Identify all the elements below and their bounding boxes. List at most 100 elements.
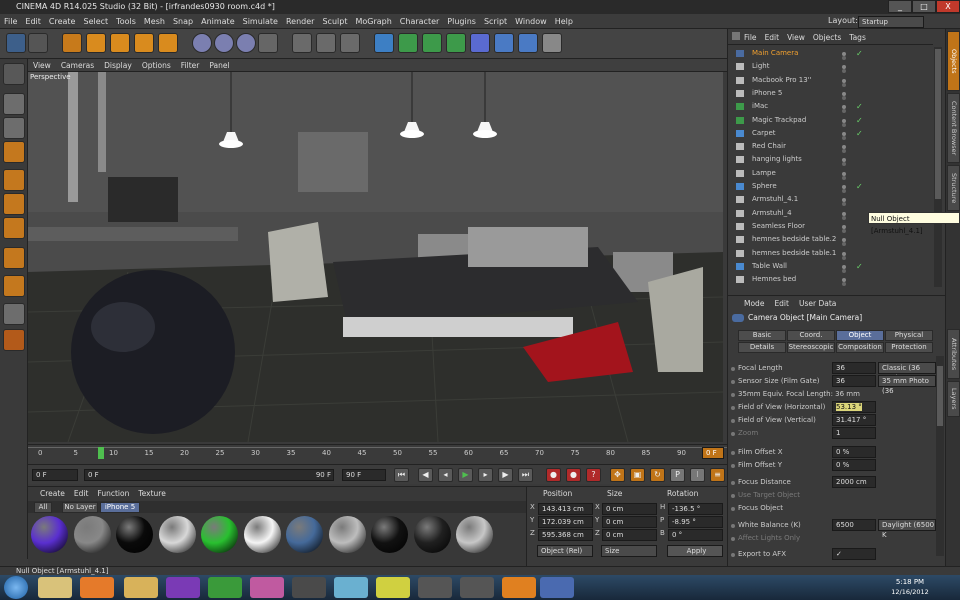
array-icon[interactable] <box>446 33 466 53</box>
zbrush2-taskbar-icon[interactable] <box>460 577 494 598</box>
menu-create[interactable]: Create <box>45 14 80 29</box>
app-taskbar-icon[interactable] <box>292 577 326 598</box>
material-menu-texture[interactable]: Texture <box>138 489 165 498</box>
enabled-check-icon[interactable]: ✓ <box>856 180 863 193</box>
material-menu-edit[interactable]: Edit <box>74 489 89 498</box>
attribute-scrollbar[interactable] <box>936 356 944 556</box>
enabled-check-icon[interactable]: ✓ <box>856 114 863 127</box>
render-view-icon[interactable] <box>292 33 312 53</box>
size-field[interactable]: 0 cm <box>602 529 657 541</box>
cinema4d-taskbar-icon[interactable] <box>540 577 574 598</box>
material-swatch[interactable] <box>328 516 366 553</box>
locked-workplane-icon[interactable] <box>3 329 25 351</box>
attr-tab-object[interactable]: Object <box>836 330 884 341</box>
z-axis-icon[interactable] <box>236 33 256 53</box>
cube-icon[interactable] <box>374 33 394 53</box>
camera-icon[interactable] <box>518 33 538 53</box>
menu-mesh[interactable]: Mesh <box>140 14 169 29</box>
attr-tab-physical[interactable]: Physical <box>885 330 933 341</box>
attribute-preset[interactable]: 35 mm Photo (36 <box>878 375 936 395</box>
side-tab-objects[interactable]: Objects <box>947 31 960 91</box>
redo-icon[interactable] <box>28 33 48 53</box>
coordinate-system-icon[interactable] <box>258 33 278 53</box>
attribute-menu-edit[interactable]: Edit <box>774 299 789 308</box>
attr-tab-basic[interactable]: Basic <box>738 330 786 341</box>
viewport-menu-cameras[interactable]: Cameras <box>56 59 99 72</box>
material-swatch[interactable] <box>201 516 238 553</box>
size-field[interactable]: 0 cm <box>602 516 657 528</box>
object-menu-tags[interactable]: Tags <box>849 33 866 42</box>
attribute-preset[interactable]: Daylight (6500 K <box>878 519 936 539</box>
attr-tab-composition[interactable]: Composition <box>836 342 884 353</box>
object-row[interactable]: iPhone 5 <box>728 87 933 100</box>
rotate-icon[interactable] <box>134 33 154 53</box>
menu-tools[interactable]: Tools <box>112 14 140 29</box>
maximize-button[interactable]: □ <box>912 0 936 13</box>
attribute-value[interactable]: 6500 <box>832 519 876 531</box>
menu-window[interactable]: Window <box>511 14 551 29</box>
subdivision-icon[interactable] <box>422 33 442 53</box>
attr-tab-details[interactable]: Details <box>738 342 786 353</box>
light-icon[interactable] <box>542 33 562 53</box>
material-filter-0[interactable]: All <box>34 502 52 513</box>
record-icon[interactable]: ● <box>546 468 561 482</box>
key-parameter-icon[interactable]: P <box>670 468 685 482</box>
animation-dot[interactable] <box>731 367 735 371</box>
keyframe-selection-icon[interactable]: ? <box>586 468 601 482</box>
menu-mograph[interactable]: MoGraph <box>351 14 395 29</box>
apply-button[interactable]: Apply <box>667 545 723 557</box>
model-mode-icon[interactable] <box>3 93 25 115</box>
viewport-menu-view[interactable]: View <box>28 59 56 72</box>
attribute-value[interactable]: 36 <box>832 375 876 387</box>
minimize-button[interactable]: _ <box>888 0 912 13</box>
attribute-value[interactable]: 1 <box>832 427 876 439</box>
start-frame-field[interactable]: 0 F <box>32 469 78 481</box>
material-swatch[interactable] <box>286 516 323 553</box>
play-icon[interactable]: ▶ <box>458 468 473 482</box>
menu-render[interactable]: Render <box>282 14 318 29</box>
animation-dot[interactable] <box>731 507 735 511</box>
menu-script[interactable]: Script <box>480 14 511 29</box>
animation-dot[interactable] <box>731 537 735 541</box>
object-row[interactable]: Red Chair <box>728 140 933 154</box>
vlc-taskbar-icon[interactable] <box>502 577 536 598</box>
menu-character[interactable]: Character <box>396 14 444 29</box>
material-menu-create[interactable]: Create <box>40 489 65 498</box>
end-frame-field[interactable]: 90 F <box>342 469 386 481</box>
object-row[interactable]: hanging lights <box>728 153 933 167</box>
key-rotation-icon[interactable]: ↻ <box>650 468 665 482</box>
menu-animate[interactable]: Animate <box>197 14 239 29</box>
start-button[interactable] <box>4 576 28 599</box>
playhead[interactable] <box>98 447 104 459</box>
position-field[interactable]: 595.368 cm <box>538 529 593 541</box>
animation-dot[interactable] <box>731 464 735 468</box>
chrome-taskbar-icon[interactable] <box>376 577 410 598</box>
editor-visibility-dot[interactable] <box>842 78 846 83</box>
attribute-preset[interactable]: Classic (36 mm) <box>878 362 936 382</box>
object-scrollbar[interactable] <box>934 47 942 287</box>
folder-taskbar-icon[interactable] <box>124 577 158 598</box>
autokey-icon[interactable]: ● <box>566 468 581 482</box>
material-swatch[interactable] <box>73 516 111 553</box>
side-tab-content-browser[interactable]: Content Browser <box>947 93 960 163</box>
object-row[interactable]: Table Wall ✓ <box>728 260 933 273</box>
editor-visibility-dot[interactable] <box>842 211 846 216</box>
material-swatch[interactable] <box>371 516 408 553</box>
next-key-icon[interactable]: ▶ <box>498 468 513 482</box>
last-tool-icon[interactable] <box>158 33 178 53</box>
viewport-menu-display[interactable]: Display <box>99 59 137 72</box>
viewport-menu-panel[interactable]: Panel <box>204 59 234 72</box>
menu-plugins[interactable]: Plugins <box>443 14 480 29</box>
attribute-value[interactable]: 2000 cm <box>832 476 876 488</box>
enabled-check-icon[interactable]: ✓ <box>856 47 863 60</box>
object-row[interactable]: Light <box>728 60 933 74</box>
viewport-menu-options[interactable]: Options <box>137 59 176 72</box>
animation-dot[interactable] <box>731 393 735 397</box>
frame-slider[interactable]: 0 F 90 F <box>84 469 334 481</box>
object-menu-view[interactable]: View <box>787 33 805 42</box>
viewport[interactable]: Perspective <box>28 72 723 442</box>
step-back-icon[interactable]: ◂ <box>438 468 453 482</box>
key-pla-icon[interactable]: ⁝ <box>690 468 705 482</box>
previous-key-icon[interactable]: ◀ <box>418 468 433 482</box>
material-swatch[interactable] <box>243 516 281 553</box>
